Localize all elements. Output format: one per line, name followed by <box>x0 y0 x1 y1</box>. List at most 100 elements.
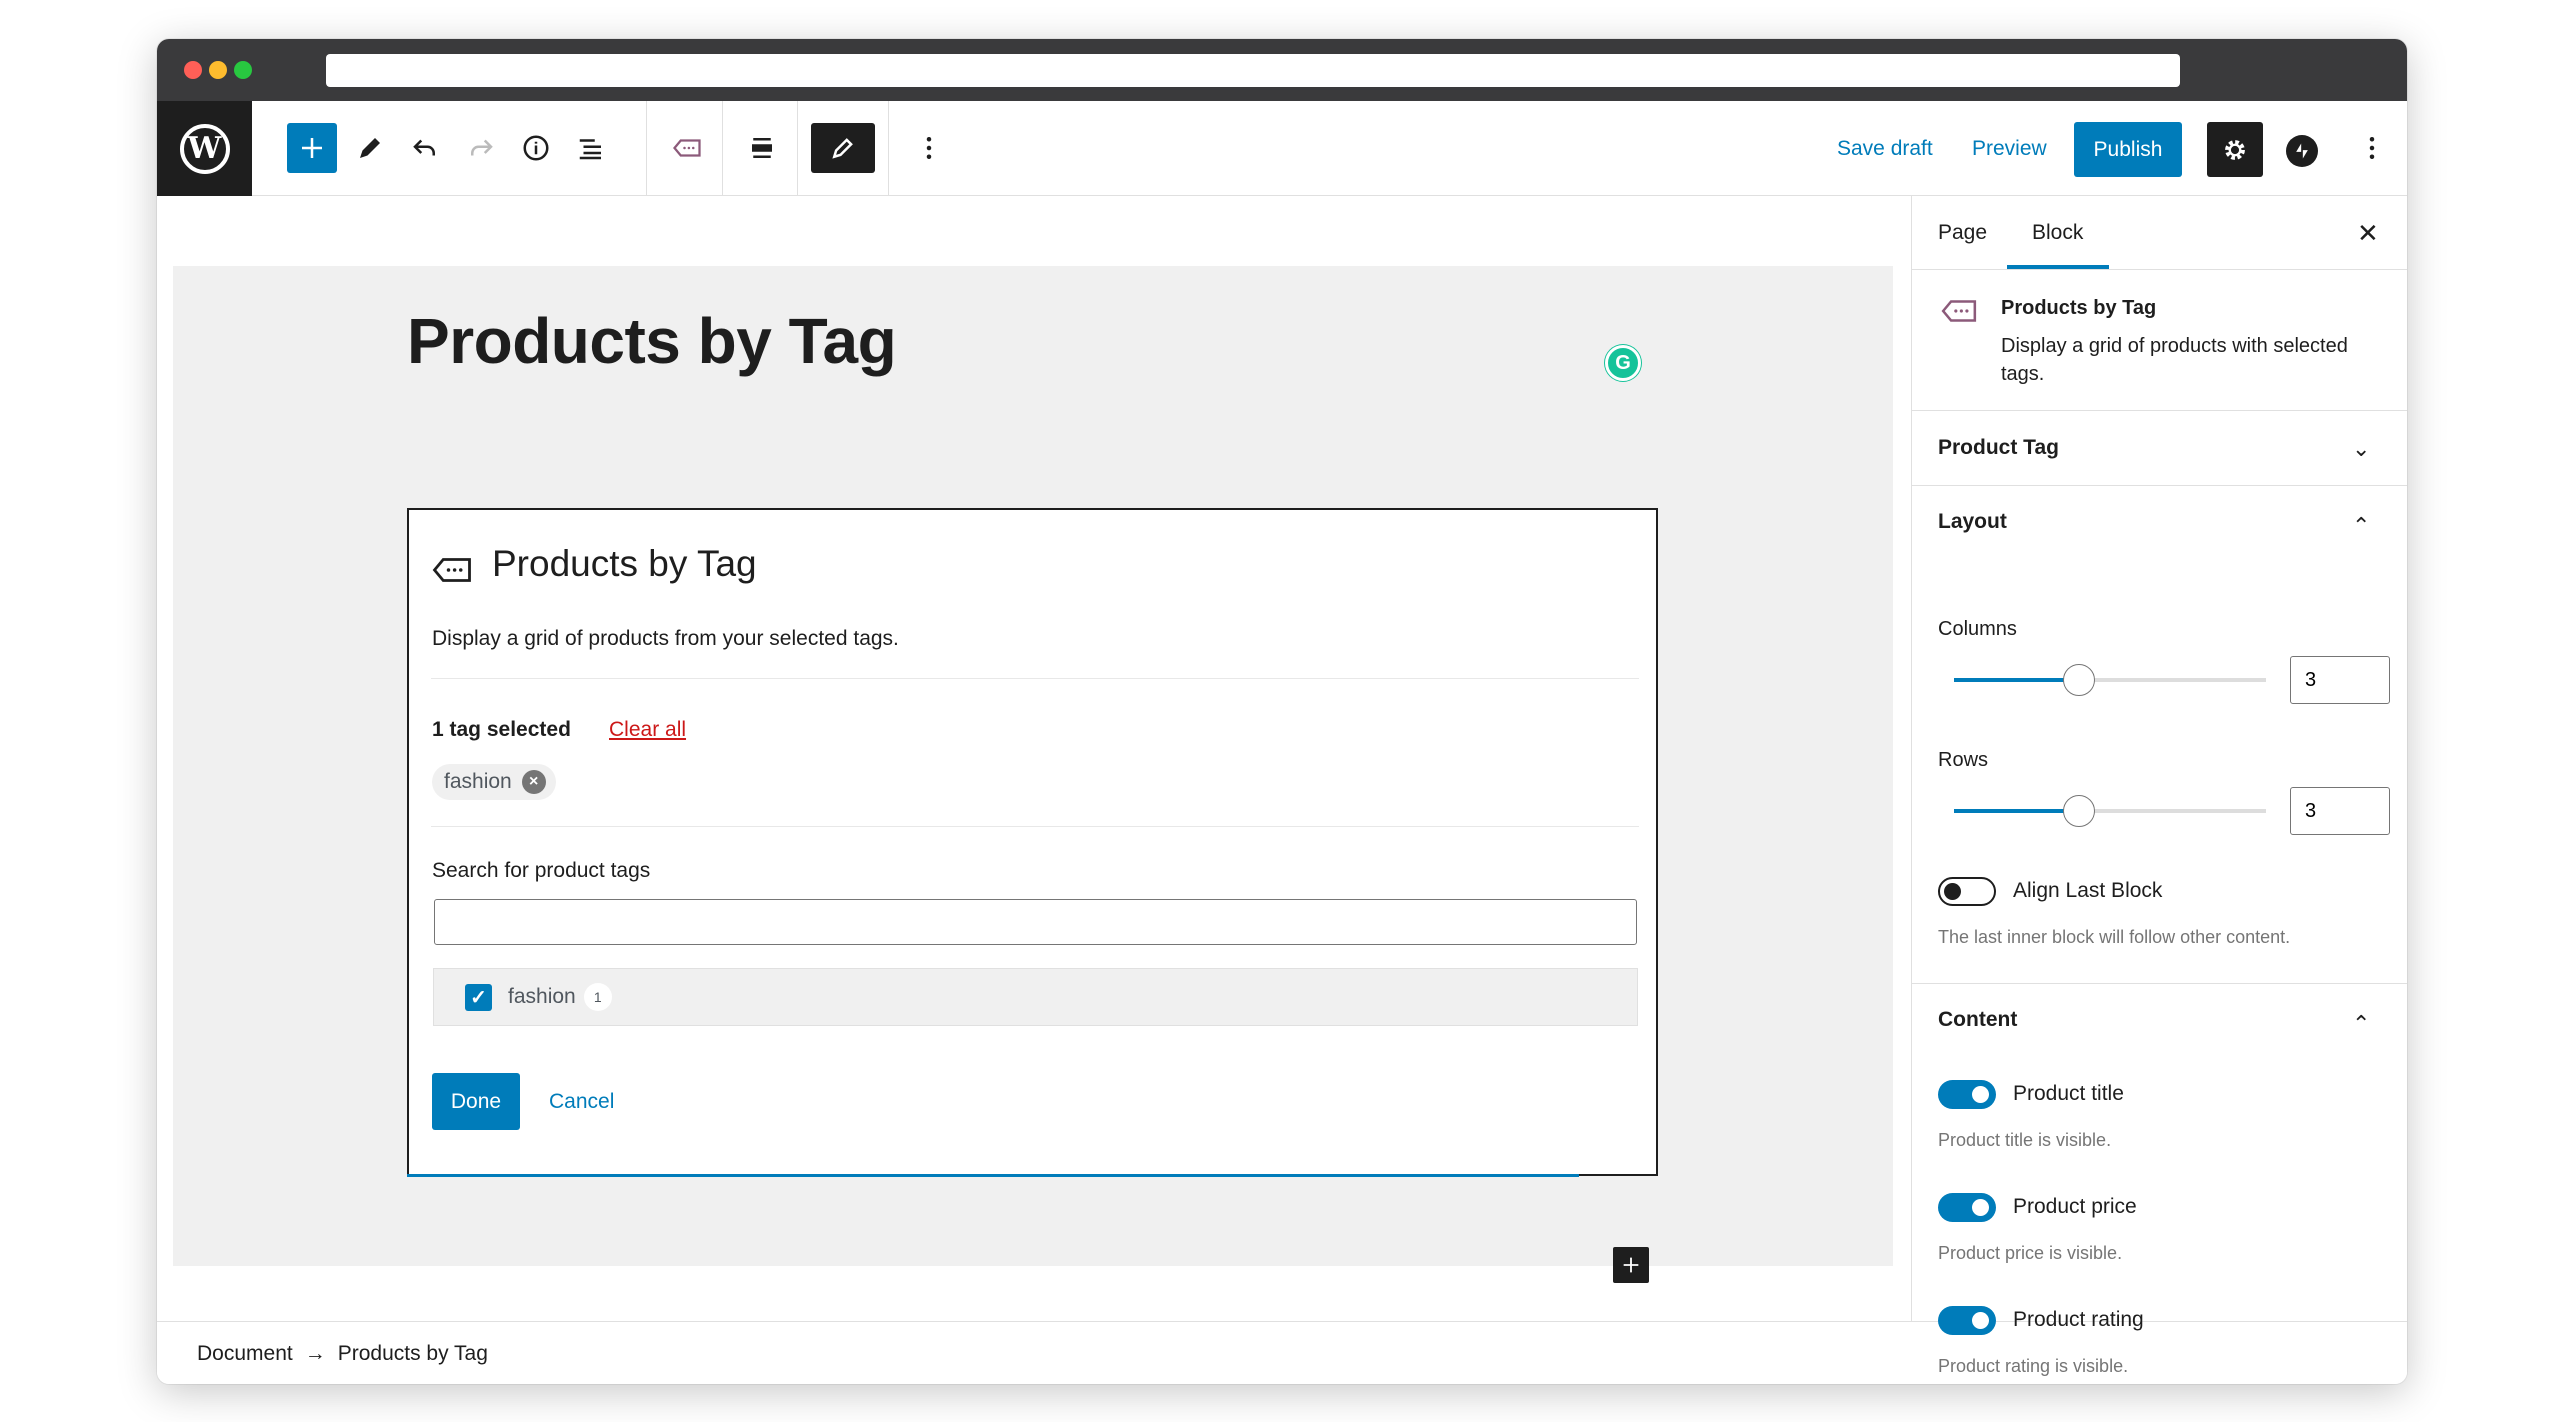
block-title: Products by Tag <box>492 543 757 584</box>
tools-button[interactable] <box>345 123 395 173</box>
editor-toolbar: W Save draft Preview Publish <box>157 101 2407 196</box>
align-button[interactable] <box>737 123 787 173</box>
columns-slider[interactable] <box>1954 664 2266 696</box>
clear-all-link[interactable]: Clear all <box>609 718 686 742</box>
title-bar <box>157 39 2407 101</box>
rows-input[interactable] <box>2290 787 2390 835</box>
gear-icon <box>2225 139 2245 160</box>
list-item[interactable]: ✓ fashion 1 <box>433 968 1638 1026</box>
product-rating-help: Product rating is visible. <box>1938 1356 2129 1376</box>
add-block-button[interactable] <box>287 123 337 173</box>
slider-handle[interactable] <box>2062 795 2095 827</box>
block-card-description: Display a grid of products with selected… <box>2001 335 2348 385</box>
options-menu-button[interactable] <box>2347 123 2397 173</box>
chevron-down-icon: ⌄ <box>2352 436 2371 461</box>
panel-title: Layout <box>1938 510 2007 533</box>
remove-tag-icon[interactable]: × <box>521 770 546 794</box>
tag-icon <box>1941 300 1977 322</box>
columns-label: Columns <box>1938 618 2017 640</box>
list-view-button[interactable] <box>566 123 616 173</box>
wordpress-logo-button[interactable]: W <box>157 101 252 196</box>
plus-icon <box>302 138 322 158</box>
info-icon <box>523 135 549 161</box>
list-item-label: fashion <box>508 985 576 1008</box>
block-description: Display a grid of products from your sel… <box>432 627 899 650</box>
cancel-button[interactable]: Cancel <box>549 1090 614 1114</box>
arrow-right-icon: → <box>304 1342 326 1365</box>
done-button[interactable]: Done <box>432 1073 520 1130</box>
list-view-icon <box>579 139 601 160</box>
browser-window: W Save draft Preview Publish Products by… <box>157 39 2407 1384</box>
slider-handle[interactable] <box>2062 664 2095 696</box>
block-type-button[interactable] <box>662 123 712 173</box>
preview-button[interactable]: Preview <box>1972 137 2047 161</box>
product-title-label: Product title <box>2013 1082 2124 1105</box>
undo-button[interactable] <box>400 123 450 173</box>
product-title-toggle[interactable] <box>1938 1080 1996 1109</box>
wordpress-icon: W <box>179 123 230 174</box>
plus-icon <box>1623 1257 1639 1273</box>
chevron-up-icon: ⌃ <box>2352 513 2371 538</box>
pencil-icon <box>360 138 380 158</box>
slider-fill <box>1954 809 2079 813</box>
minimize-window-button[interactable] <box>209 61 227 79</box>
add-block-inline-button[interactable] <box>1613 1247 1649 1283</box>
block-card: Products by Tag Display a grid of produc… <box>1912 270 2407 411</box>
tag-icon <box>432 558 471 582</box>
product-rating-label: Product rating <box>2013 1308 2144 1331</box>
breadcrumb-document[interactable]: Document <box>197 1342 293 1366</box>
edit-block-button[interactable] <box>811 123 875 173</box>
undo-icon <box>413 139 435 156</box>
redo-button[interactable] <box>456 123 506 173</box>
selected-count: 1 tag selected <box>432 718 571 741</box>
publish-button[interactable]: Publish <box>2074 122 2182 177</box>
count-badge: 1 <box>583 983 612 1011</box>
settings-sidebar: Page Block ✕ Products by Tag Display a g… <box>1911 196 2407 1376</box>
page-title[interactable]: Products by Tag <box>407 304 897 378</box>
columns-input[interactable] <box>2290 656 2390 704</box>
grammarly-icon[interactable]: G <box>1605 345 1641 381</box>
tag-search-input[interactable] <box>434 899 1637 945</box>
more-vertical-icon <box>926 137 932 159</box>
redo-icon <box>471 139 493 156</box>
product-rating-toggle[interactable] <box>1938 1306 1996 1335</box>
align-last-block-label: Align Last Block <box>2013 879 2163 902</box>
save-draft-button[interactable]: Save draft <box>1837 137 1933 161</box>
products-by-tag-block[interactable] <box>407 508 1658 1176</box>
block-card-title: Products by Tag <box>2001 297 2157 319</box>
chevron-up-icon: ⌃ <box>2352 1011 2371 1036</box>
panel-title: Content <box>1938 1008 2018 1031</box>
close-icon[interactable]: ✕ <box>2357 218 2379 249</box>
address-bar[interactable] <box>326 54 2180 87</box>
chip-label: fashion <box>444 770 512 793</box>
panel-title: Product Tag <box>1938 436 2059 459</box>
product-price-label: Product price <box>2013 1195 2137 1218</box>
jetpack-button[interactable] <box>2286 135 2318 167</box>
jetpack-icon <box>2296 143 2308 159</box>
rows-label: Rows <box>1938 749 1989 771</box>
details-button[interactable] <box>511 123 561 173</box>
align-last-block-toggle[interactable] <box>1938 877 1996 906</box>
selected-tag-chip: fashion × <box>432 764 556 800</box>
settings-button[interactable] <box>2207 122 2263 177</box>
more-vertical-icon <box>2369 137 2375 159</box>
layout-panel-toggle[interactable]: Layout ⌃ <box>1912 485 2407 559</box>
more-options-button[interactable] <box>904 123 954 173</box>
block-focus-line <box>407 1174 1579 1177</box>
product-tag-panel-toggle[interactable]: Product Tag ⌄ <box>1912 411 2407 485</box>
tab-block[interactable]: Block <box>2032 221 2083 245</box>
maximize-window-button[interactable] <box>234 61 252 79</box>
product-price-toggle[interactable] <box>1938 1193 1996 1222</box>
close-window-button[interactable] <box>184 61 202 79</box>
breadcrumb-block[interactable]: Products by Tag <box>338 1342 488 1366</box>
tab-page[interactable]: Page <box>1938 221 1987 245</box>
tag-icon <box>673 139 701 157</box>
align-wide-icon <box>752 138 772 158</box>
align-last-block-help: The last inner block will follow other c… <box>1938 927 2291 947</box>
edit-icon <box>832 138 853 159</box>
slider-fill <box>1954 678 2079 682</box>
rows-slider[interactable] <box>1954 795 2266 827</box>
product-price-help: Product price is visible. <box>1938 1243 2123 1263</box>
checkbox-checked[interactable]: ✓ <box>465 983 492 1011</box>
content-panel-toggle[interactable]: Content ⌃ <box>1912 983 2407 1057</box>
